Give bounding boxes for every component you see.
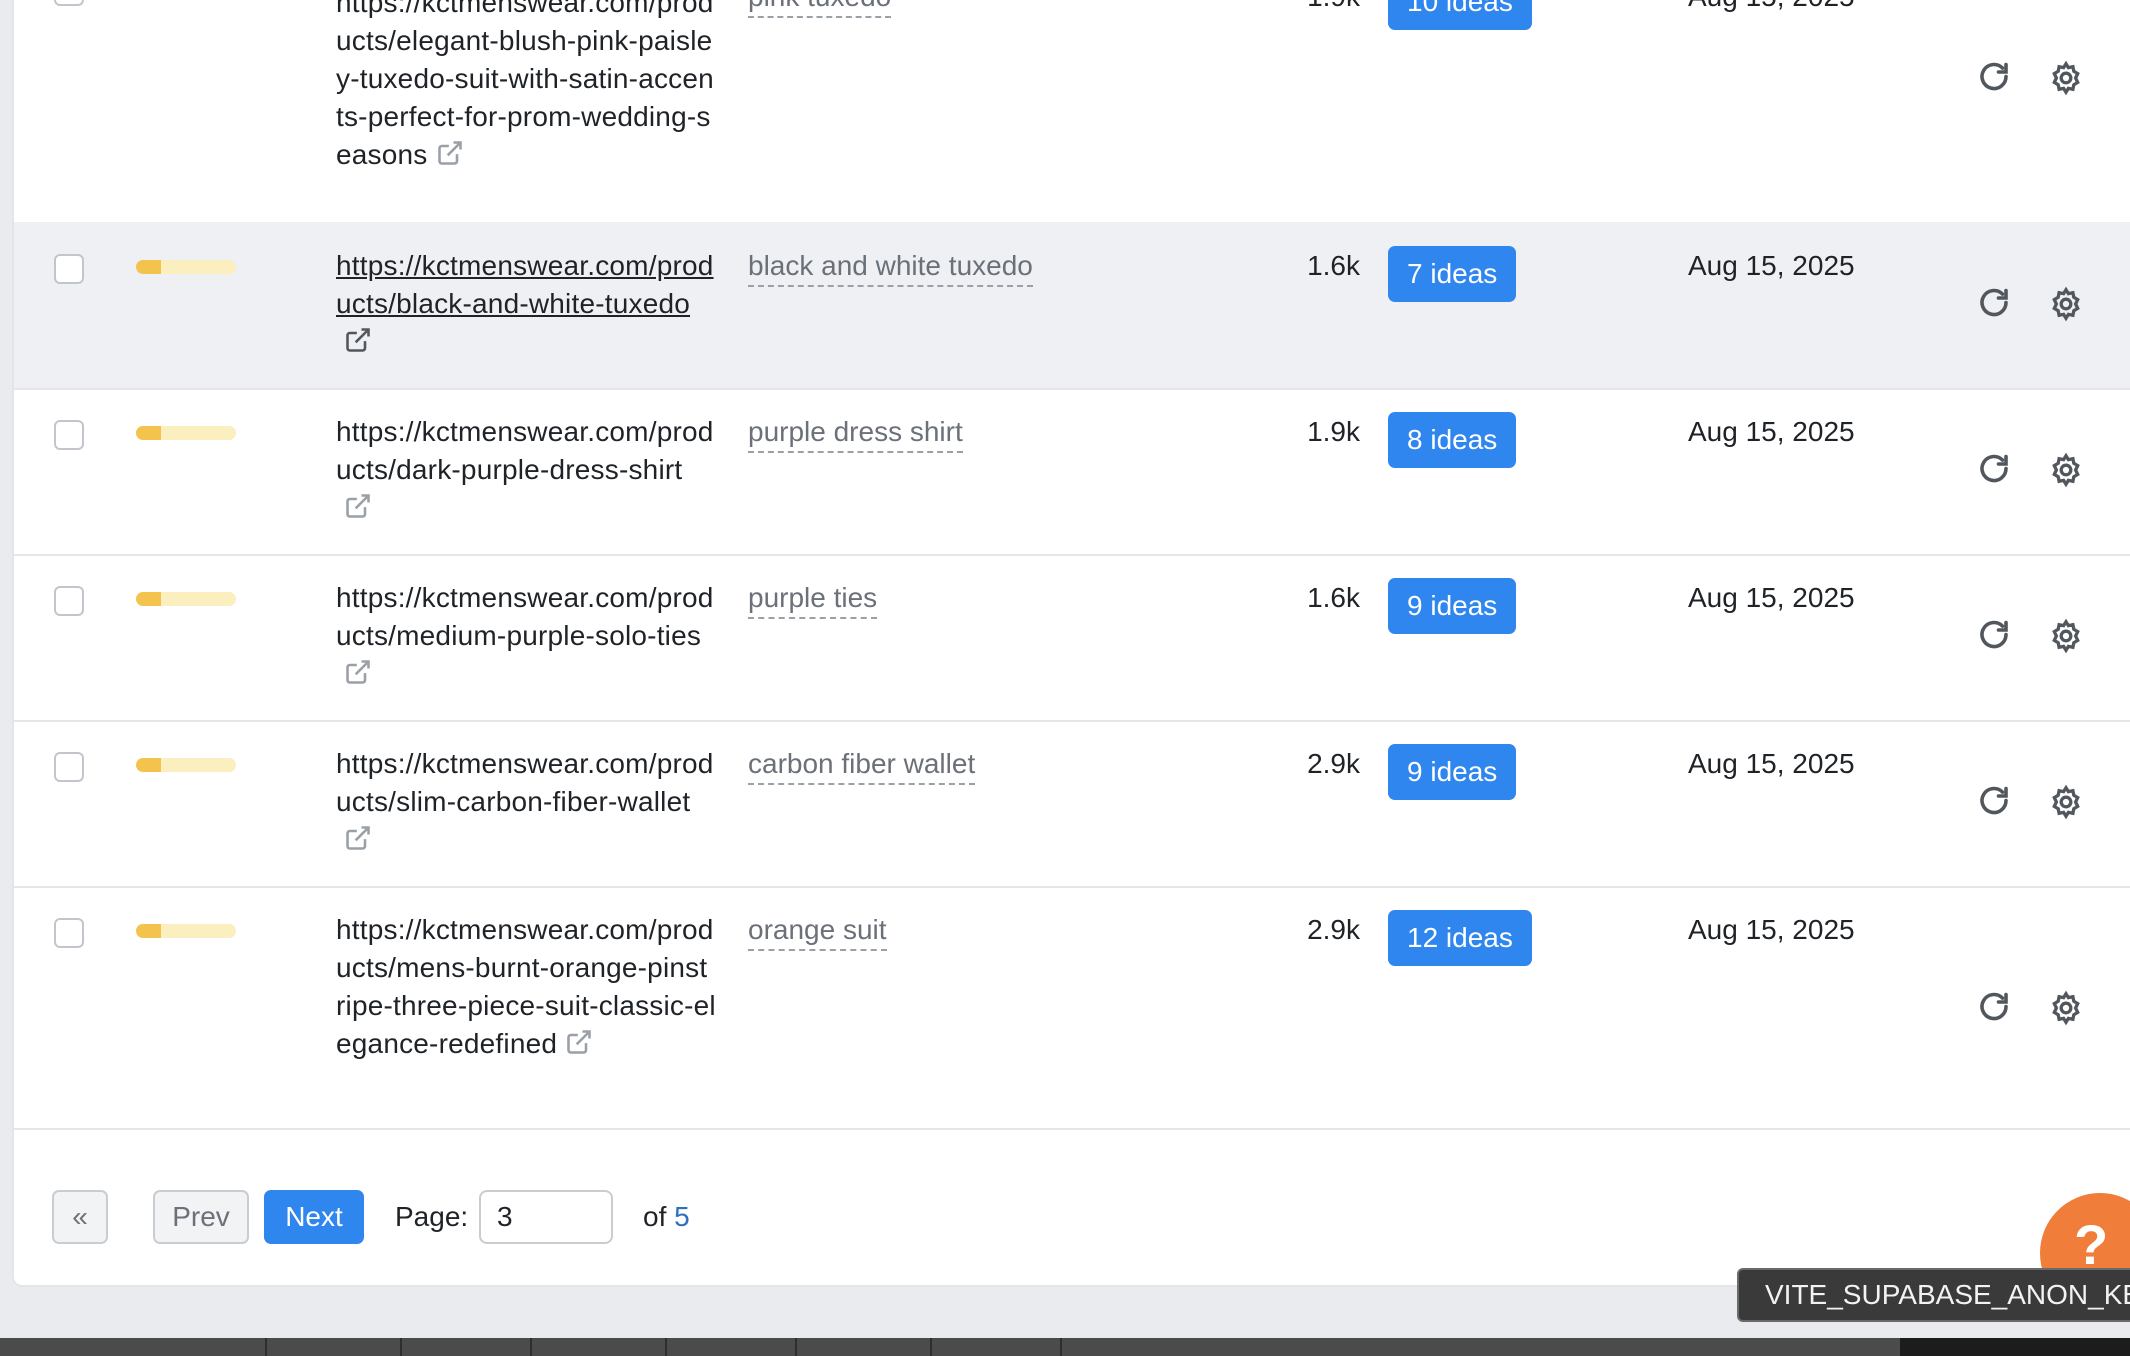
refresh-button[interactable] — [1976, 990, 2012, 1026]
search-volume: 1.6k — [1307, 582, 1360, 613]
table-row: https://kctmenswear.com/products/medium-… — [14, 554, 2130, 722]
url-text: https://kctmenswear.com/products/medium-… — [336, 582, 714, 651]
row-checkbox[interactable] — [54, 0, 84, 6]
difficulty-bar — [136, 924, 236, 938]
table-row: https://kctmenswear.com/products/black-a… — [14, 222, 2130, 390]
url-text: https://kctmenswear.com/products/black-a… — [336, 250, 714, 319]
ideas-button[interactable]: 9 ideas — [1388, 578, 1517, 634]
table-row: https://kctmenswear.com/products/dark-pu… — [14, 388, 2130, 556]
refresh-icon — [1980, 620, 2008, 649]
bottom-panel-edge — [0, 1338, 2130, 1356]
keyword-link[interactable]: purple dress shirt — [748, 413, 963, 453]
keywords-table: https://kctmenswear.com/products/elegant… — [12, 0, 2130, 1287]
search-volume: 1.9k — [1307, 416, 1360, 447]
ideas-button[interactable]: 10 ideas — [1388, 0, 1532, 30]
search-volume: 2.9k — [1307, 914, 1360, 945]
row-checkbox[interactable] — [54, 420, 84, 450]
prev-page-button[interactable]: Prev — [153, 1190, 249, 1244]
refresh-button[interactable] — [1976, 784, 2012, 820]
page-url-link[interactable]: https://kctmenswear.com/products/mens-bu… — [336, 911, 716, 1063]
refresh-icon — [1980, 454, 2008, 483]
external-link-icon[interactable] — [344, 492, 372, 520]
external-link-icon[interactable] — [344, 824, 372, 852]
gear-icon — [2052, 286, 2080, 322]
ideas-button[interactable]: 7 ideas — [1388, 246, 1517, 302]
date-added: Aug 15, 2025 — [1688, 250, 1855, 281]
row-checkbox[interactable] — [54, 254, 84, 284]
first-page-button[interactable]: « — [52, 1190, 108, 1244]
gear-icon — [2052, 990, 2080, 1026]
ideas-button[interactable]: 12 ideas — [1388, 910, 1532, 966]
page-label: Page: — [395, 1201, 469, 1232]
page-url-link[interactable]: https://kctmenswear.com/products/slim-ca… — [336, 745, 716, 859]
double-chevron-left-icon: « — [72, 1201, 88, 1232]
gear-icon — [2052, 784, 2080, 820]
page-url-link[interactable]: https://kctmenswear.com/products/black-a… — [336, 247, 716, 361]
date-added: Aug 15, 2025 — [1688, 416, 1855, 447]
row-checkbox[interactable] — [54, 752, 84, 782]
refresh-icon — [1980, 992, 2008, 1021]
settings-button[interactable] — [2048, 990, 2084, 1026]
refresh-icon — [1980, 62, 2008, 91]
ideas-button[interactable]: 8 ideas — [1388, 412, 1517, 468]
gear-icon — [2052, 618, 2080, 654]
search-volume: 2.9k — [1307, 748, 1360, 779]
url-text: https://kctmenswear.com/products/mens-bu… — [336, 914, 716, 1059]
date-added: Aug 15, 2025 — [1688, 748, 1855, 779]
page-url-link[interactable]: https://kctmenswear.com/products/medium-… — [336, 579, 716, 693]
external-link-icon[interactable] — [565, 1028, 593, 1056]
total-pages: 5 — [674, 1201, 690, 1232]
keyword-link[interactable]: carbon fiber wallet — [748, 745, 976, 785]
keyword-link[interactable]: orange suit — [748, 911, 887, 951]
url-text: https://kctmenswear.com/products/slim-ca… — [336, 748, 714, 817]
next-page-button[interactable]: Next — [264, 1190, 364, 1244]
date-added: Aug 15, 2025 — [1688, 0, 1855, 16]
external-link-icon[interactable] — [344, 326, 372, 354]
of-label: of — [643, 1201, 667, 1232]
gear-icon — [2052, 60, 2080, 96]
keyword-link[interactable]: black and white tuxedo — [748, 247, 1033, 287]
keyword-link[interactable]: pink tuxedo — [748, 0, 892, 18]
settings-button[interactable] — [2048, 60, 2084, 96]
url-text: https://kctmenswear.com/products/dark-pu… — [336, 416, 714, 485]
refresh-button[interactable] — [1976, 286, 2012, 322]
table-row: https://kctmenswear.com/products/mens-bu… — [14, 886, 2130, 1130]
difficulty-bar — [136, 260, 236, 274]
difficulty-bar — [136, 592, 236, 606]
settings-button[interactable] — [2048, 286, 2084, 322]
settings-button[interactable] — [2048, 618, 2084, 654]
date-added: Aug 15, 2025 — [1688, 914, 1855, 945]
keyword-link[interactable]: purple ties — [748, 579, 878, 619]
url-text: https://kctmenswear.com/products/elegant… — [336, 0, 714, 170]
refresh-icon — [1980, 786, 2008, 815]
table-row: https://kctmenswear.com/products/slim-ca… — [14, 720, 2130, 888]
row-checkbox[interactable] — [54, 918, 84, 948]
env-tooltip: VITE_SUPABASE_ANON_KE — [1737, 1268, 2130, 1322]
search-volume: 1.6k — [1307, 250, 1360, 281]
external-link-icon[interactable] — [436, 139, 464, 167]
settings-button[interactable] — [2048, 784, 2084, 820]
refresh-button[interactable] — [1976, 452, 2012, 488]
difficulty-bar — [136, 426, 236, 440]
difficulty-bar — [136, 758, 236, 772]
refresh-button[interactable] — [1976, 618, 2012, 654]
question-icon: ? — [2074, 1213, 2109, 1276]
page-url-link[interactable]: https://kctmenswear.com/products/dark-pu… — [336, 413, 716, 527]
settings-button[interactable] — [2048, 452, 2084, 488]
table-row: https://kctmenswear.com/products/elegant… — [14, 0, 2130, 224]
page-total: of 5 — [643, 1190, 690, 1244]
page-url-link[interactable]: https://kctmenswear.com/products/elegant… — [336, 0, 716, 174]
ideas-button[interactable]: 9 ideas — [1388, 744, 1517, 800]
row-checkbox[interactable] — [54, 586, 84, 616]
search-volume: 1.9k — [1280, 0, 1360, 16]
date-added: Aug 15, 2025 — [1688, 582, 1855, 613]
refresh-button[interactable] — [1976, 60, 2012, 96]
page-number-input[interactable] — [479, 1190, 613, 1244]
gear-icon — [2052, 452, 2080, 488]
refresh-icon — [1980, 288, 2008, 317]
external-link-icon[interactable] — [344, 658, 372, 686]
